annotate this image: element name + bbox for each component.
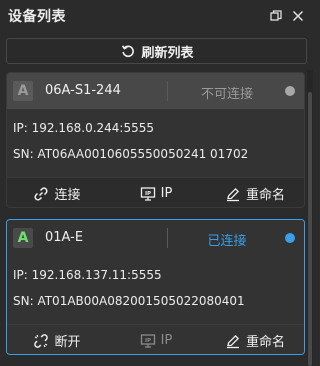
connection-status: 不可连接 [200, 87, 253, 102]
device-name: 06A-S1-244 [45, 83, 121, 98]
panel-title: 设备列表 [8, 9, 66, 25]
refresh-label: 刷新列表 [141, 45, 194, 61]
close-icon[interactable] [291, 9, 305, 23]
refresh-list-button[interactable]: 刷新列表 [6, 38, 307, 64]
device-ip: IP: 192.168.0.244:5555 [13, 121, 155, 135]
header-divider [167, 81, 168, 101]
connect-label: 连接 [54, 188, 81, 203]
status-dot-icon [285, 86, 295, 96]
unlink-icon [32, 332, 50, 350]
device-list-panel: 设备列表 刷新列表 A 06A-S1-244 不可连接 IP: 192.168.… [0, 0, 313, 366]
device-sn: SN: AT06AA0010605550050241 01702 [13, 147, 249, 161]
ip-button[interactable]: IP IP [106, 185, 205, 203]
rename-label: 重命名 [245, 188, 285, 203]
link-icon [32, 185, 50, 203]
ip-button[interactable]: IP IP [106, 332, 205, 350]
device-ip: IP: 192.168.137.11:5555 [13, 268, 162, 282]
device-type-badge: A [13, 228, 33, 248]
disconnect-label: 断开 [54, 335, 81, 350]
pencil-icon [224, 185, 242, 203]
device-card-header: A 06A-S1-244 不可连接 [7, 73, 304, 109]
restore-icon[interactable] [269, 9, 283, 23]
device-card: A 01A-E 已连接 IP: 192.168.137.11:5555 SN: … [6, 219, 305, 355]
window-controls [269, 9, 305, 23]
ip-monitor-icon: IP [139, 185, 157, 203]
pencil-icon [224, 332, 242, 350]
device-actions: 断开 IP IP 重命名 [7, 324, 304, 354]
ip-monitor-icon: IP [139, 332, 157, 350]
device-sn: SN: AT01AB00A082001505022080401 [13, 294, 245, 308]
svg-text:IP: IP [145, 191, 151, 197]
rename-button[interactable]: 重命名 [205, 331, 304, 350]
rename-button[interactable]: 重命名 [205, 184, 304, 203]
status-dot-icon [285, 233, 295, 243]
rename-label: 重命名 [245, 335, 285, 350]
device-card-header: A 01A-E 已连接 [7, 220, 304, 256]
scrollbar-thumb[interactable] [308, 92, 312, 366]
connection-status: 已连接 [207, 234, 247, 249]
header-divider [167, 228, 168, 248]
connect-button[interactable]: 连接 [7, 184, 106, 203]
title-bar: 设备列表 [0, 0, 313, 32]
ip-label: IP [160, 333, 173, 348]
ip-label: IP [160, 186, 173, 201]
disconnect-button[interactable]: 断开 [7, 331, 106, 350]
device-type-badge: A [13, 81, 33, 101]
device-name: 01A-E [45, 230, 84, 245]
device-card: A 06A-S1-244 不可连接 IP: 192.168.0.244:5555… [6, 72, 305, 208]
svg-text:IP: IP [145, 338, 151, 344]
device-actions: 连接 IP IP 重命名 [7, 177, 304, 207]
refresh-icon [119, 42, 137, 60]
